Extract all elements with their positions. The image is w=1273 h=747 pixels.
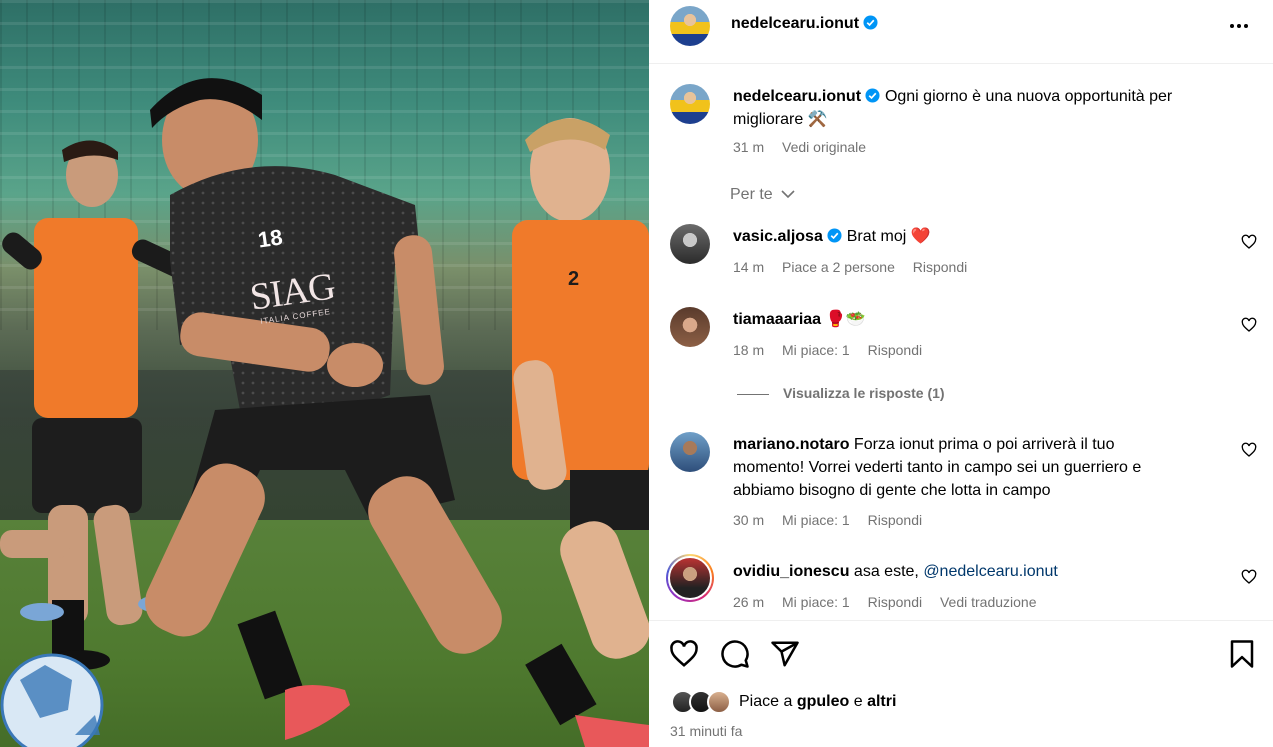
more-options-icon[interactable] [1227,16,1251,36]
post-photo[interactable]: 18 SIAG ITALIA COFFEE 2 [0,0,649,747]
author-avatar[interactable] [670,6,710,46]
comment-body: mariano.notaro Forza ionut prima o poi a… [733,433,1233,502]
comment-like-icon[interactable] [1241,569,1257,585]
see-original-link[interactable]: Vedi originale [782,139,866,155]
comment-like-icon[interactable] [1241,317,1257,333]
caption-emoji: ⚒️ [807,111,828,128]
save-icon[interactable] [1227,639,1257,669]
caption-text: Ogni giorno è una nuova opportunità per [884,88,1173,105]
author-username[interactable]: nedelcearu.ionut [731,15,859,32]
comment-avatar-story-ring[interactable] [666,554,714,602]
comment-like-icon[interactable] [1241,442,1257,458]
comment-text: Brat moj [846,228,907,245]
view-replies-label: Visualizza le risposte (1) [783,385,945,401]
comment-text: momento! Vorrei vederti tanto in campo s… [733,459,1142,476]
post-timestamp[interactable]: 31 minuti fa [670,723,742,739]
comment-time: 18 m [733,342,765,358]
share-icon[interactable] [770,639,800,669]
verified-icon [865,88,881,103]
sort-label: Per te [730,186,773,203]
comment-time: 30 m [733,512,765,528]
comment-meta: 26 m Mi piace: 1 Rispondi Vedi traduzion… [733,594,1051,610]
comment-text: asa este, [853,563,919,580]
mention-link[interactable]: @nedelcearu.ionut [923,563,1058,580]
comment-avatar [668,556,712,600]
comment-reply-button[interactable]: Rispondi [868,512,922,528]
author-row: nedelcearu.ionut [731,15,879,33]
comment-body: vasic.aljosa Brat moj ❤️ [733,225,931,248]
jersey-number: 18 [256,224,285,253]
comment-meta: 18 m Mi piace: 1 Rispondi [733,342,936,358]
sort-dropdown[interactable]: Per te [730,186,795,204]
verified-icon [827,228,842,243]
comment-time: 26 m [733,594,765,610]
liked-by-prefix: Piace a [739,693,793,710]
comment-reply-button[interactable]: Rispondi [913,259,967,275]
comment-avatar[interactable] [670,307,710,347]
post-side-panel: nedelcearu.ionut nedelcearu.ionut Ogni g… [649,0,1273,747]
post-header: nedelcearu.ionut [649,0,1273,64]
caption-text-line2: migliorare [733,111,804,128]
comment-username[interactable]: vasic.aljosa [733,228,823,245]
caption-username[interactable]: nedelcearu.ionut [733,88,861,105]
comment-username[interactable]: tiamaaariaa [733,311,821,328]
verified-icon [863,15,879,30]
comment-avatar[interactable] [670,224,710,264]
comment-likes[interactable]: Mi piace: 1 [782,342,850,358]
post-caption: nedelcearu.ionut Ogni giorno è una nuova… [733,85,1233,131]
liked-by-and: e [853,693,863,710]
bib-number: 2 [568,268,580,290]
comment-username[interactable]: ovidiu_ionescu [733,563,849,580]
comment-likes[interactable]: Piace a 2 persone [782,259,895,275]
translate-button[interactable]: Vedi traduzione [940,594,1037,610]
comment-emoji: 🥊🥗 [825,311,866,328]
players-illustration [0,78,649,747]
caption-meta: 31 m Vedi originale [733,139,880,155]
comment-body: tiamaaariaa 🥊🥗 [733,308,865,331]
caption-author-avatar[interactable] [670,84,710,124]
comment-text: Forza ionut prima o poi arriverà il tuo [853,436,1115,453]
comment-likes[interactable]: Mi piace: 1 [782,594,850,610]
comment-avatar[interactable] [670,432,710,472]
liked-by-user[interactable]: gpuleo [797,693,849,710]
caption-time: 31 m [733,139,765,155]
liker-avatar [707,690,731,714]
replies-divider [737,393,769,395]
comment-icon[interactable] [720,639,750,669]
liked-by: Piace a gpuleo e altri [739,693,896,711]
comment-likes[interactable]: Mi piace: 1 [782,512,850,528]
liked-by-others[interactable]: altri [867,693,896,710]
comment-username[interactable]: mariano.notaro [733,436,849,453]
comment-body: ovidiu_ionescu asa este, @nedelcearu.ion… [733,560,1058,583]
post-actions [649,620,1273,747]
comment-time: 14 m [733,259,765,275]
comment-like-icon[interactable] [1241,234,1257,250]
comment-text: abbiamo bisogno di gente che lotta in ca… [733,482,1051,499]
like-icon[interactable] [669,639,699,669]
comment-reply-button[interactable]: Rispondi [868,594,922,610]
comment-meta: 30 m Mi piace: 1 Rispondi [733,512,936,528]
comment-meta: 14 m Piace a 2 persone Rispondi [733,259,981,275]
likers-avatars[interactable] [671,690,735,714]
view-replies-button[interactable]: Visualizza le risposte (1) [737,385,959,401]
comment-emoji: ❤️ [910,228,931,245]
comment-reply-button[interactable]: Rispondi [868,342,922,358]
chevron-down-icon [781,190,795,199]
